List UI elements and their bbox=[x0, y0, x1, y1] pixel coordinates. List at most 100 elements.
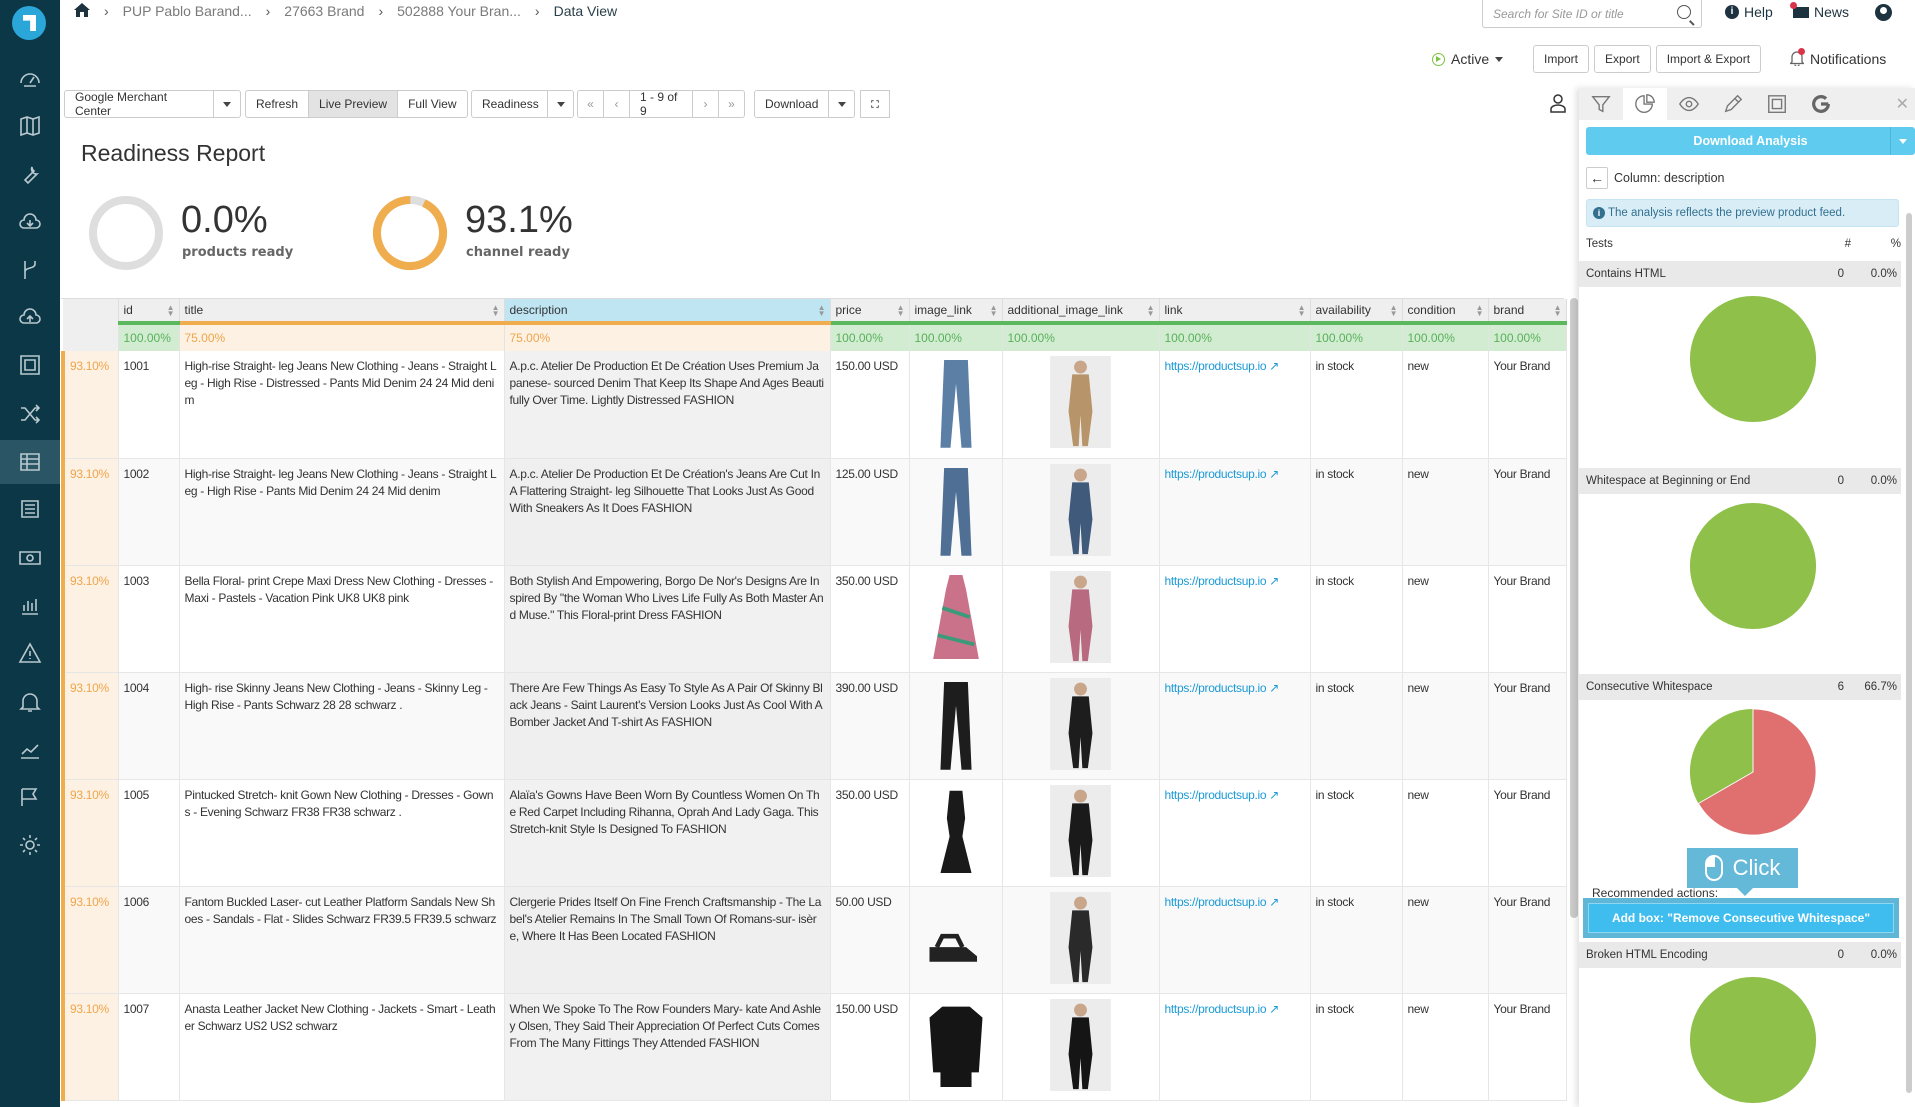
product-image[interactable] bbox=[910, 464, 1002, 556]
additional-product-image[interactable] bbox=[1003, 356, 1159, 448]
column-header-id[interactable]: id ▲ ▼ bbox=[118, 299, 180, 323]
download-dropdown-button[interactable] bbox=[828, 90, 855, 118]
test-row[interactable]: Contains HTML 0 0.0% bbox=[1579, 261, 1901, 287]
sort-icon[interactable]: ▲ ▼ bbox=[897, 304, 905, 318]
site-search-input[interactable]: Search for Site ID or title bbox=[1482, 0, 1702, 28]
product-image[interactable] bbox=[910, 999, 1002, 1091]
panel-tab-frame[interactable] bbox=[1755, 88, 1799, 120]
first-page-button[interactable]: « bbox=[577, 90, 604, 118]
external-link-icon[interactable]: ↗ bbox=[1266, 574, 1279, 588]
breadcrumb-item[interactable]: 27663 Brand bbox=[284, 3, 364, 19]
sort-icon[interactable]: ▲ ▼ bbox=[492, 304, 500, 318]
news-link[interactable]: News bbox=[1790, 1, 1849, 20]
additional-product-image[interactable] bbox=[1003, 891, 1159, 984]
breadcrumb-item[interactable]: PUP Pablo Barand... bbox=[123, 3, 252, 19]
grid-scrollbar[interactable] bbox=[1570, 298, 1578, 918]
breadcrumb-item[interactable]: 502888 Your Bran... bbox=[397, 3, 521, 19]
panel-scrollbar[interactable] bbox=[1906, 213, 1912, 1093]
sort-icon[interactable]: ▲ ▼ bbox=[1147, 304, 1155, 318]
sidebar-item-cloud-download[interactable] bbox=[0, 200, 60, 244]
sort-icon[interactable]: ▲ ▼ bbox=[1298, 304, 1306, 318]
additional-product-image[interactable] bbox=[1003, 570, 1159, 663]
close-icon[interactable]: ✕ bbox=[1896, 94, 1909, 114]
product-image[interactable] bbox=[910, 892, 1002, 984]
column-header-availability[interactable]: availability ▲ ▼ bbox=[1310, 299, 1403, 323]
external-link-icon[interactable]: ↗ bbox=[1266, 681, 1279, 695]
sidebar-item-dashboard[interactable] bbox=[0, 56, 60, 100]
test-row[interactable]: Broken HTML Encoding 0 0.0% bbox=[1579, 942, 1901, 968]
column-header-condition[interactable]: condition ▲ ▼ bbox=[1402, 299, 1489, 323]
test-row[interactable]: Whitespace at Beginning or End 0 0.0% bbox=[1579, 468, 1901, 494]
view-mode-dropdown-button[interactable] bbox=[547, 90, 574, 118]
home-icon[interactable] bbox=[74, 2, 90, 20]
next-page-button[interactable]: › bbox=[692, 90, 719, 118]
table-row[interactable]: 93.10% 1005 Pintucked Stretch- knit Gown … bbox=[61, 779, 1567, 887]
table-row[interactable]: 93.10% 1002 High-rise Straight- leg Jeans… bbox=[61, 458, 1567, 566]
download-analysis-dropdown[interactable] bbox=[1890, 127, 1915, 155]
additional-product-image[interactable] bbox=[1003, 998, 1159, 1091]
channel-dropdown-button[interactable] bbox=[213, 90, 241, 118]
column-header-price[interactable]: price ▲ ▼ bbox=[830, 299, 910, 323]
last-page-button[interactable]: » bbox=[718, 90, 745, 118]
table-row[interactable]: 93.10% 1003 Bella Floral- print Crepe Max… bbox=[61, 565, 1567, 673]
panel-tab-google[interactable] bbox=[1799, 88, 1843, 120]
import-button[interactable]: Import bbox=[1533, 45, 1590, 73]
sidebar-item-money[interactable] bbox=[0, 536, 60, 580]
table-row[interactable]: 93.10% 1004 High- rise Skinny Jeans New C… bbox=[61, 672, 1567, 780]
sidebar-item-bell[interactable] bbox=[0, 680, 60, 724]
product-link[interactable]: https://productsup.io bbox=[1165, 788, 1267, 802]
external-link-icon[interactable]: ↗ bbox=[1266, 359, 1279, 373]
product-link[interactable]: https://productsup.io bbox=[1165, 574, 1267, 588]
column-header-brand[interactable]: brand ▲ ▼ bbox=[1488, 299, 1567, 323]
external-link-icon[interactable]: ↗ bbox=[1266, 1002, 1279, 1016]
column-header-link[interactable]: link ▲ ▼ bbox=[1159, 299, 1311, 323]
sidebar-item-wrench[interactable] bbox=[0, 153, 60, 197]
product-image[interactable] bbox=[910, 571, 1002, 663]
table-row[interactable]: 93.10% 1006 Fantom Buckled Laser- cut Leat… bbox=[61, 886, 1567, 994]
external-link-icon[interactable]: ↗ bbox=[1266, 895, 1279, 909]
sort-icon[interactable]: ▲ ▼ bbox=[818, 304, 826, 318]
full-view-button[interactable]: Full View bbox=[397, 90, 468, 118]
sidebar-item-shuffle[interactable] bbox=[0, 392, 60, 436]
sidebar-item-branch[interactable] bbox=[0, 248, 60, 292]
user-columns-icon[interactable] bbox=[1549, 93, 1567, 118]
product-link[interactable]: https://productsup.io bbox=[1165, 359, 1267, 373]
sort-icon[interactable]: ▲ ▼ bbox=[167, 304, 175, 318]
sort-icon[interactable]: ▲ ▼ bbox=[1390, 304, 1398, 318]
back-arrow-icon[interactable]: ← bbox=[1586, 167, 1608, 189]
test-row[interactable]: Consecutive Whitespace 6 66.7% bbox=[1579, 674, 1901, 700]
refresh-button[interactable]: Refresh bbox=[245, 90, 310, 118]
download-analysis-button[interactable]: Download Analysis bbox=[1586, 127, 1915, 155]
prev-page-button[interactable]: ‹ bbox=[603, 90, 630, 118]
sidebar-item-map[interactable] bbox=[0, 104, 60, 148]
account-icon[interactable] bbox=[1875, 4, 1892, 21]
product-image[interactable] bbox=[910, 356, 1002, 448]
help-link[interactable]: i Help bbox=[1725, 4, 1773, 20]
sidebar-item-frame[interactable] bbox=[0, 343, 60, 387]
external-link-icon[interactable]: ↗ bbox=[1266, 467, 1279, 481]
sidebar-item-list[interactable] bbox=[0, 487, 60, 531]
sidebar-item-table[interactable] bbox=[0, 440, 60, 484]
product-image[interactable] bbox=[910, 678, 1002, 770]
panel-tab-pencil[interactable] bbox=[1711, 88, 1755, 120]
logo[interactable] bbox=[12, 6, 46, 40]
panel-tab-filter[interactable] bbox=[1579, 88, 1623, 120]
notifications-link[interactable]: Notifications bbox=[1788, 44, 1886, 74]
sort-icon[interactable]: ▲ ▼ bbox=[990, 304, 998, 318]
sidebar-item-bar-chart[interactable] bbox=[0, 584, 60, 628]
sidebar-item-line-chart[interactable] bbox=[0, 728, 60, 772]
column-header-additional_image_link[interactable]: additional_image_link ▲ ▼ bbox=[1002, 299, 1160, 323]
import-export-button[interactable]: Import & Export bbox=[1655, 45, 1762, 73]
export-button[interactable]: Export bbox=[1594, 45, 1651, 73]
search-icon[interactable] bbox=[1677, 5, 1691, 19]
view-mode-select[interactable]: Readiness bbox=[471, 90, 548, 118]
additional-product-image[interactable] bbox=[1003, 677, 1159, 770]
panel-tab-eye[interactable] bbox=[1667, 88, 1711, 120]
column-header-image_link[interactable]: image_link ▲ ▼ bbox=[909, 299, 1003, 323]
channel-select[interactable]: Google Merchant Center bbox=[64, 90, 214, 118]
sidebar-item-flag[interactable] bbox=[0, 775, 60, 819]
fullscreen-button[interactable] bbox=[860, 90, 890, 118]
product-link[interactable]: https://productsup.io bbox=[1165, 681, 1267, 695]
product-link[interactable]: https://productsup.io bbox=[1165, 1002, 1267, 1016]
sidebar-item-settings[interactable] bbox=[0, 823, 60, 867]
